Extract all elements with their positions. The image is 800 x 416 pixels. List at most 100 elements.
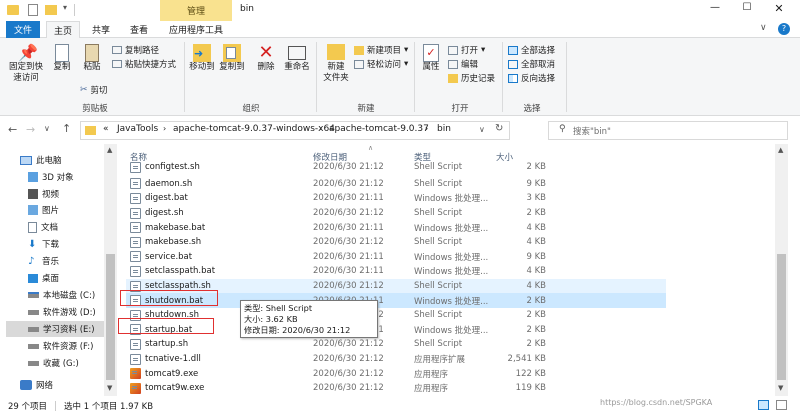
search-input[interactable]: 搜索"bin" — [573, 125, 611, 137]
collapse-ribbon-icon[interactable]: ∨ — [760, 23, 767, 33]
properties-button[interactable]: ✓ 属性 — [418, 44, 444, 73]
chevron-right-icon[interactable]: › — [425, 124, 428, 133]
paste-shortcut-button[interactable]: 粘贴快捷方式 — [112, 58, 176, 70]
file-type: 应用程序 — [414, 384, 449, 395]
context-tab-manage[interactable]: 管理 — [160, 0, 232, 21]
file-row[interactable]: makebase.bat 2020/6/30 21:11 Windows 批处理..… — [126, 220, 666, 235]
file-date: 2020/6/30 21:11 — [313, 251, 384, 262]
file-name-cell: makebase.bat — [130, 222, 206, 234]
select-group-label: 选择 — [523, 104, 541, 114]
breadcrumb-bin[interactable]: bin — [437, 124, 451, 134]
copy-to-button[interactable]: 复制到 — [218, 44, 246, 73]
easy-access-button[interactable]: 轻松访问 ▾ — [354, 58, 408, 70]
scroll-up-icon[interactable]: ▲ — [107, 146, 112, 154]
file-name-cell: setclasspath.bat — [130, 265, 215, 277]
file-row[interactable]: tcnative-1.dll 2020/6/30 21:12 应用程序扩展 2,541… — [126, 352, 666, 367]
large-icons-view-icon[interactable] — [776, 400, 787, 410]
nav-scrollbar-thumb[interactable] — [106, 254, 115, 380]
quick-access-folder-icon[interactable] — [45, 5, 57, 15]
tab-share[interactable]: 共享 — [84, 21, 118, 38]
refresh-icon[interactable]: ↻ — [495, 123, 503, 134]
file-row[interactable]: setclasspath.bat 2020/6/30 21:11 Windows 批… — [126, 264, 666, 279]
properties-label: 属性 — [422, 62, 440, 72]
breadcrumb-tomcat-windows[interactable]: apache-tomcat-9.0.37-windows-x64 — [173, 124, 335, 134]
file-row[interactable]: daemon.sh 2020/6/30 21:12 Shell Script 9 KB — [126, 177, 666, 192]
copy-path-button[interactable]: 复制路径 — [112, 44, 159, 56]
scroll-up-icon[interactable]: ▲ — [778, 146, 783, 154]
separator — [74, 4, 75, 16]
select-none-icon — [508, 59, 518, 69]
move-to-button[interactable]: ➜ 移动到 — [188, 44, 216, 73]
new-item-button[interactable]: 新建项目 ▾ — [354, 44, 408, 56]
copy-button[interactable]: 复制 — [48, 44, 76, 73]
file-row[interactable]: tomcat9.exe 2020/6/30 21:12 应用程序 122 KB — [126, 366, 666, 381]
file-row[interactable]: startup.sh 2020/6/30 21:12 Shell Script 2 K… — [126, 337, 666, 352]
minimize-button[interactable]: — — [700, 2, 730, 13]
script-file-icon — [130, 222, 141, 234]
nav-scrollbar[interactable]: ▲ ▼ — [104, 144, 117, 396]
drive-icon — [28, 360, 39, 366]
paste-icon — [85, 44, 99, 62]
address-bar[interactable]: « JavaTools › apache-tomcat-9.0.37-windo… — [80, 121, 510, 140]
file-row[interactable]: digest.sh 2020/6/30 21:12 Shell Script 2 KB — [126, 206, 666, 221]
file-size: 3 KB — [526, 193, 546, 204]
scroll-down-icon[interactable]: ▼ — [107, 384, 112, 392]
quick-access-dropdown-icon[interactable]: ▾ — [63, 3, 67, 12]
chevron-right-icon[interactable]: › — [319, 124, 322, 133]
nav-label: 网络 — [36, 381, 54, 391]
search-box[interactable]: ⚲ 搜索"bin" — [548, 121, 788, 140]
chevron-right-icon[interactable]: › — [163, 124, 166, 133]
address-dropdown-icon[interactable]: ∨ — [479, 125, 485, 134]
invert-selection-button[interactable]: 反向选择 — [508, 72, 555, 84]
open-button[interactable]: 打开 ▾ — [448, 44, 485, 56]
file-type: Windows 批处理... — [414, 296, 489, 307]
file-row[interactable]: makebase.sh 2020/6/30 21:12 Shell Script 4 … — [126, 235, 666, 250]
recent-dropdown-icon[interactable]: ∨ — [44, 124, 50, 133]
paste-button[interactable]: 粘贴 — [78, 44, 106, 73]
rename-button[interactable]: 重命名 — [282, 44, 312, 73]
select-none-button[interactable]: 全部取消 — [508, 58, 555, 70]
back-icon[interactable]: ← — [8, 123, 17, 136]
file-type: 应用程序 — [414, 369, 449, 380]
help-icon[interactable]: ? — [778, 23, 790, 35]
file-row[interactable]: service.bat 2020/6/30 21:11 Windows 批处理...… — [126, 250, 666, 265]
file-row[interactable]: digest.bat 2020/6/30 21:11 Windows 批处理... 3… — [126, 191, 666, 206]
file-list-scrollbar-thumb[interactable] — [777, 254, 786, 380]
forward-icon[interactable]: → — [26, 123, 35, 136]
scroll-down-icon[interactable]: ▼ — [778, 384, 783, 392]
cut-label: 剪切 — [90, 86, 108, 96]
nav-item-drive-e[interactable]: 学习资料 (E:) — [6, 321, 104, 337]
tab-home[interactable]: 主页 — [46, 21, 80, 38]
delete-button[interactable]: ✕ 删除 — [252, 44, 280, 73]
select-all-button[interactable]: 全部选择 — [508, 44, 555, 56]
file-name-cell: digest.bat — [130, 192, 188, 204]
script-file-icon — [130, 251, 141, 263]
breadcrumb-javatools[interactable]: JavaTools — [117, 124, 158, 134]
breadcrumb-tomcat[interactable]: apache-tomcat-9.0.37 — [329, 124, 429, 134]
tab-view[interactable]: 查看 — [122, 21, 156, 38]
breadcrumb-overflow[interactable]: « — [103, 124, 109, 134]
cut-button[interactable]: ✂ 剪切 — [80, 84, 108, 96]
file-name: makebase.sh — [145, 237, 202, 248]
file-list-scrollbar[interactable]: ▲ ▼ — [775, 144, 788, 396]
up-icon[interactable]: ↑ — [62, 122, 71, 135]
edit-button[interactable]: 编辑 — [448, 58, 478, 70]
pin-label: 固定到快 速访问 — [8, 62, 43, 83]
details-view-icon[interactable] — [758, 400, 769, 410]
file-name-cell: digest.sh — [130, 207, 184, 219]
new-folder-button[interactable]: 新建 文件夹 — [320, 44, 352, 84]
file-size: 122 KB — [515, 368, 546, 379]
quick-access-properties-icon[interactable] — [28, 4, 38, 16]
file-size: 2 KB — [526, 295, 546, 306]
tab-file[interactable]: 文件 — [6, 21, 40, 38]
tab-app-tools[interactable]: 应用程序工具 — [160, 21, 232, 38]
file-row[interactable]: tomcat9w.exe 2020/6/30 21:12 应用程序 119 KB — [126, 381, 666, 396]
maximize-button[interactable]: ☐ — [732, 2, 762, 13]
file-date: 2020/6/30 21:12 — [313, 208, 384, 219]
file-row[interactable]: configtest.sh 2020/6/30 21:12 Shell Script… — [126, 160, 666, 175]
file-name-cell: service.bat — [130, 251, 192, 263]
history-button[interactable]: 历史记录 — [448, 72, 495, 84]
file-name: makebase.bat — [145, 222, 206, 233]
pin-quick-access-button[interactable]: 📌 固定到快 速访问 — [6, 44, 46, 84]
close-button[interactable]: ✕ — [764, 2, 794, 15]
